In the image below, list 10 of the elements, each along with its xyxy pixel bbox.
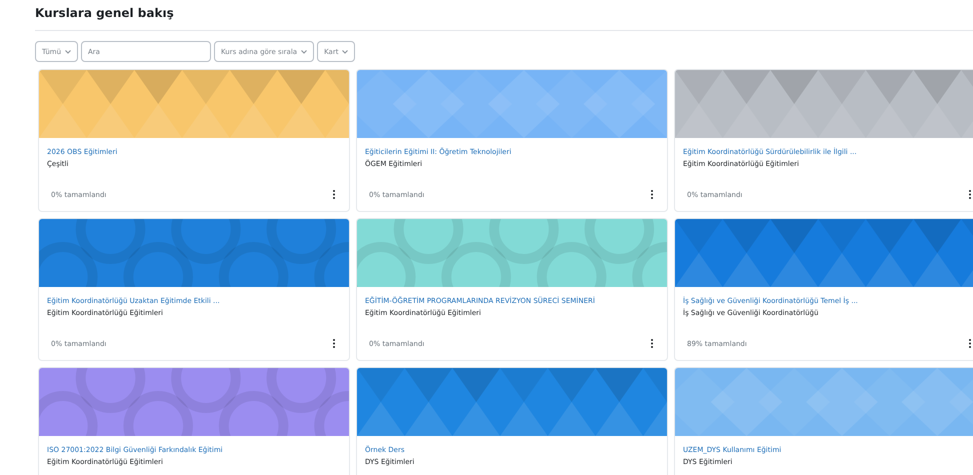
more-options-button[interactable]	[649, 339, 655, 348]
caret-icon	[342, 50, 348, 54]
page-heading: Kurslara genel bakış	[35, 5, 175, 22]
more-options-button[interactable]	[967, 190, 973, 199]
more-options-button[interactable]	[331, 339, 337, 348]
more-options-button[interactable]	[649, 190, 655, 199]
more-options-button[interactable]	[967, 339, 973, 348]
more-options-button[interactable]	[331, 190, 337, 199]
caret-icon	[65, 50, 72, 54]
caret-icon	[301, 50, 308, 54]
